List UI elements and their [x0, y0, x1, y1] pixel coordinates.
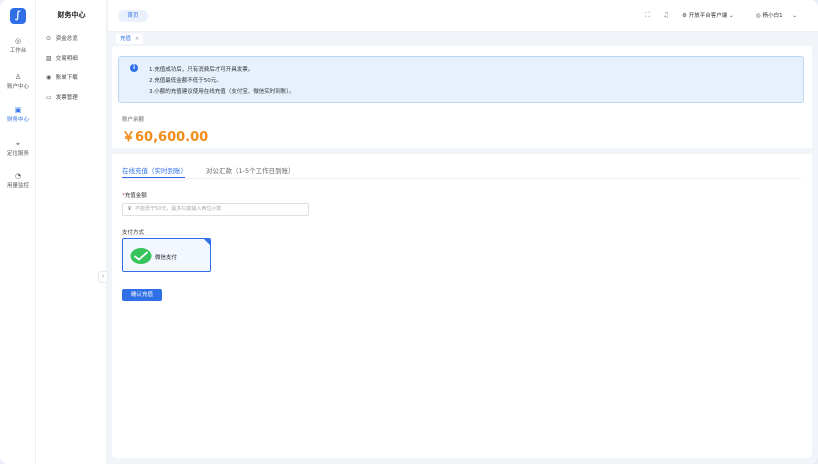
rail-item-workbench[interactable]: ◎ 工作台 — [0, 37, 36, 54]
pay-method-label: 支付方式 — [122, 230, 145, 236]
balance-value: ￥60,600.00 — [122, 130, 209, 145]
rail-item-label: 财务中心 — [6, 117, 29, 123]
wechat-icon — [130, 248, 152, 264]
fullscreen-icon[interactable]: ⛶ — [645, 11, 650, 20]
dashboard-icon: ◎ — [14, 37, 22, 45]
section-divider — [112, 148, 812, 154]
submenu-item-bill-download[interactable]: ◉ 账单下载 — [46, 73, 78, 81]
amount-input[interactable]: ￥ 不能低于50元，最多只能输入两位小数 — [122, 203, 309, 216]
notice-line: 1.充值成功后，只有消费后才可开具发票。 — [149, 67, 254, 73]
submenu-item-label: 发票管理 — [55, 95, 78, 101]
tab-corporate-transfer[interactable]: 对公汇款（1-5个工作日到账） — [206, 165, 295, 175]
app-window: ∫ ◎ 工作台 ♙ 账户中心 ▣ 财务中心 ⌖ 定位服务 ◔ 用量监控 财务中心… — [0, 0, 818, 464]
location-icon: ⌖ — [16, 140, 20, 148]
confirm-recharge-button[interactable]: 确认充值 — [122, 289, 162, 301]
chevron-down-icon: ⌄ — [728, 13, 734, 19]
rail-item-account[interactable]: ♙ 账户中心 — [0, 73, 36, 90]
platform-client-dropdown[interactable]: ⚙ 开放平台客户端 ⌄ — [682, 11, 734, 19]
app-logo[interactable]: ∫ — [10, 8, 26, 24]
invoice-icon: ▭ — [46, 94, 52, 101]
finance-icon: ▣ — [14, 106, 22, 114]
platform-icon: ⚙ — [682, 13, 687, 19]
notice-box: i 1.充值成功后，只有消费后才可开具发票。 2.充值最低金额不低于50元。 3… — [118, 56, 804, 103]
user-menu-dropdown[interactable]: ◎ 杨小白1 ⌄ — [756, 11, 797, 19]
tab-recharge[interactable]: 充值 × — [116, 34, 144, 44]
chevron-down-icon: ⌄ — [792, 13, 797, 19]
home-tab[interactable]: 首页 — [118, 10, 148, 22]
user-icon: ♙ — [14, 73, 22, 81]
usage-icon: ◔ — [14, 172, 22, 180]
user-avatar-icon: ◎ — [756, 13, 761, 19]
rail-item-location[interactable]: ⌖ 定位服务 — [0, 140, 36, 157]
submenu-item-transactions[interactable]: ▨ 交易明细 — [46, 54, 78, 62]
submenu-item-invoice[interactable]: ▭ 发票管理 — [46, 93, 78, 101]
info-icon: i — [130, 64, 138, 72]
rail-item-label: 定位服务 — [6, 151, 29, 157]
rail-item-finance[interactable]: ▣ 财务中心 — [0, 106, 36, 123]
submenu-title: 财务中心 — [57, 11, 86, 19]
sub-menu: 财务中心 ⊙ 资金总览 ▨ 交易明细 ◉ 账单下载 ▭ 发票管理 — [36, 0, 107, 464]
collapse-sidebar-button[interactable]: ‹ — [98, 271, 108, 283]
rail-item-label: 账户中心 — [6, 84, 29, 90]
tab-divider — [122, 178, 802, 179]
balance-label: 账户余额 — [122, 117, 145, 123]
submenu-item-label: 资金总览 — [55, 36, 78, 42]
amount-placeholder: 不能低于50元，最多只能输入两位小数 — [135, 206, 222, 212]
submenu-item-label: 交易明细 — [55, 56, 78, 62]
top-bar: 首页 ⛶ ♫ ⚙ 开放平台客户端 ⌄ ◎ 杨小白1 ⌄ — [108, 0, 818, 32]
main-content: i 1.充值成功后，只有消费后才可开具发票。 2.充值最低金额不低于50元。 3… — [112, 46, 812, 458]
submenu-item-fund-overview[interactable]: ⊙ 资金总览 — [46, 34, 78, 42]
icon-rail: ∫ ◎ 工作台 ♙ 账户中心 ▣ 财务中心 ⌖ 定位服务 ◔ 用量监控 — [0, 0, 36, 464]
rail-item-label: 工作台 — [9, 48, 27, 54]
page-tabs: 充值 × — [112, 33, 812, 45]
notice-line: 2.充值最低金额不低于50元。 — [149, 78, 222, 84]
fund-icon: ⊙ — [46, 35, 52, 42]
close-icon[interactable]: × — [135, 36, 140, 42]
rail-item-usage[interactable]: ◔ 用量监控 — [0, 172, 36, 189]
platform-label: 开放平台客户端 — [688, 13, 728, 19]
bell-icon[interactable]: ♫ — [663, 11, 669, 19]
rail-item-label: 用量监控 — [6, 183, 29, 189]
tab-online-recharge[interactable]: 在线充值（实时到账） — [122, 165, 187, 175]
download-icon: ◉ — [46, 74, 52, 81]
amount-label-text: 充值金额 — [124, 193, 147, 199]
selected-corner-mark — [204, 239, 210, 245]
user-name: 杨小白1 — [762, 13, 783, 19]
pay-option-label: 微信支付 — [155, 255, 178, 261]
submenu-item-label: 账单下载 — [55, 75, 78, 81]
amount-label: *充值金额 — [122, 191, 147, 199]
wechat-pay-option[interactable]: 微信支付 — [122, 238, 211, 272]
currency-prefix: ￥ — [127, 206, 133, 212]
tab-label: 充值 — [120, 36, 132, 42]
notice-line: 3.小额的充值建议使用在线充值（支付宝、微信实时到账）。 — [149, 89, 295, 95]
transaction-icon: ▨ — [46, 55, 52, 62]
